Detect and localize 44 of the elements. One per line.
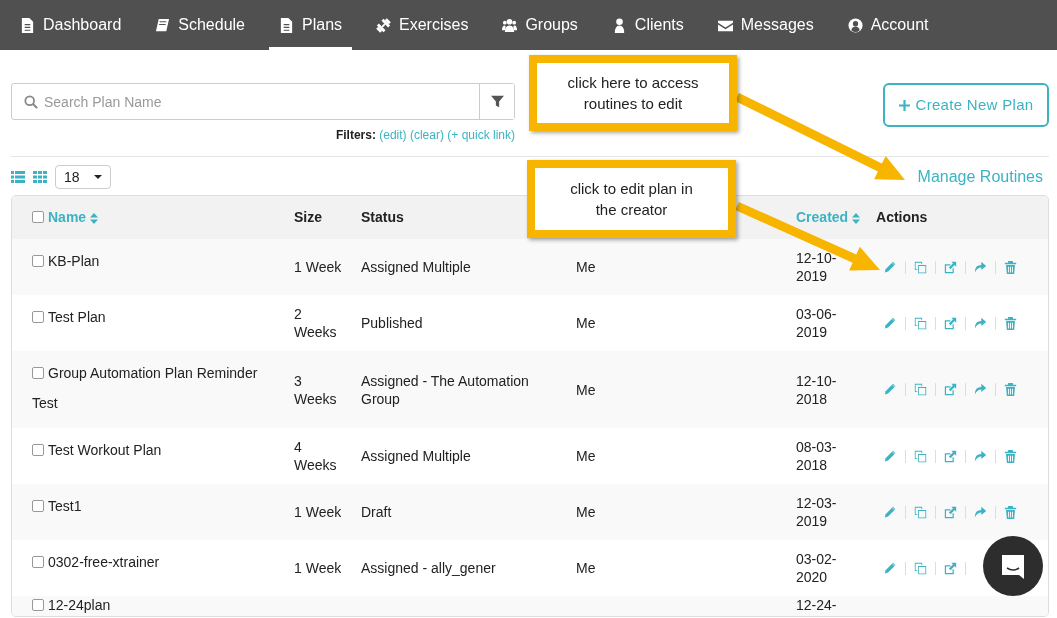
plan-size: 1 Week	[294, 560, 342, 576]
plan-created: 03-06-2019	[796, 306, 837, 340]
plan-name[interactable]: 0302-free-xtrainer	[32, 547, 278, 577]
plan-created: 12-03-2019	[796, 495, 837, 529]
table-cell: Me	[576, 259, 596, 275]
callout-box: click here to access routines to edit	[529, 55, 737, 131]
plan-status: Draft	[361, 504, 392, 520]
search-field[interactable]: Search Plan Name	[11, 83, 515, 120]
plan-status: Assigned - ally_gener	[361, 560, 496, 576]
plan-status: Assigned Multiple	[361, 259, 471, 275]
column-header: Size	[294, 209, 322, 225]
plan-name[interactable]: Test Plan	[32, 302, 278, 332]
plan-size: 2 Weeks	[294, 306, 337, 340]
nav-tab[interactable]: Schedule	[145, 0, 255, 50]
nav-tab[interactable]: Dashboard	[10, 0, 132, 50]
plan-created: 12-10-2018	[796, 372, 837, 407]
plan-created: 08-03-2018	[796, 439, 837, 473]
nav-tab[interactable]: Clients	[601, 0, 694, 50]
plan-name[interactable]: Test Workout Plan	[32, 435, 278, 465]
plan-status: Published	[361, 315, 423, 331]
nav-tab[interactable]: Exercises	[366, 0, 479, 50]
plan-status: Assigned - The Automation Group	[361, 372, 529, 407]
plan-created: 12-24-	[796, 597, 837, 613]
table-cell: Me	[576, 315, 596, 331]
callout-box: click to edit plan in the creator	[527, 160, 736, 238]
table-cell: Me	[576, 448, 596, 464]
plan-size: 1 Week	[294, 259, 342, 275]
plan-size: 1 Week	[294, 504, 342, 520]
plan-created: 03-02-2020	[796, 551, 837, 585]
plan-size: 3 Weeks	[294, 372, 337, 407]
column-header: Actions	[876, 209, 928, 225]
nav-tab[interactable]: Plans	[269, 0, 353, 50]
table-cell: Me	[576, 504, 596, 520]
table-cell: Me	[576, 381, 596, 398]
filters-label: Filters:	[335, 128, 376, 142]
plan-size: 4 Weeks	[294, 439, 337, 473]
nav-tab[interactable]: Groups	[492, 0, 588, 50]
plan-created: 12-10-2019	[796, 250, 837, 284]
table-cell: Me	[576, 560, 596, 576]
plan-status: Assigned Multiple	[361, 448, 471, 464]
nav-tab[interactable]: Messages	[707, 0, 824, 50]
column-header: Status	[361, 209, 404, 225]
page-size-select[interactable]: 18	[55, 165, 111, 189]
nav-tab[interactable]: Account	[837, 0, 939, 50]
